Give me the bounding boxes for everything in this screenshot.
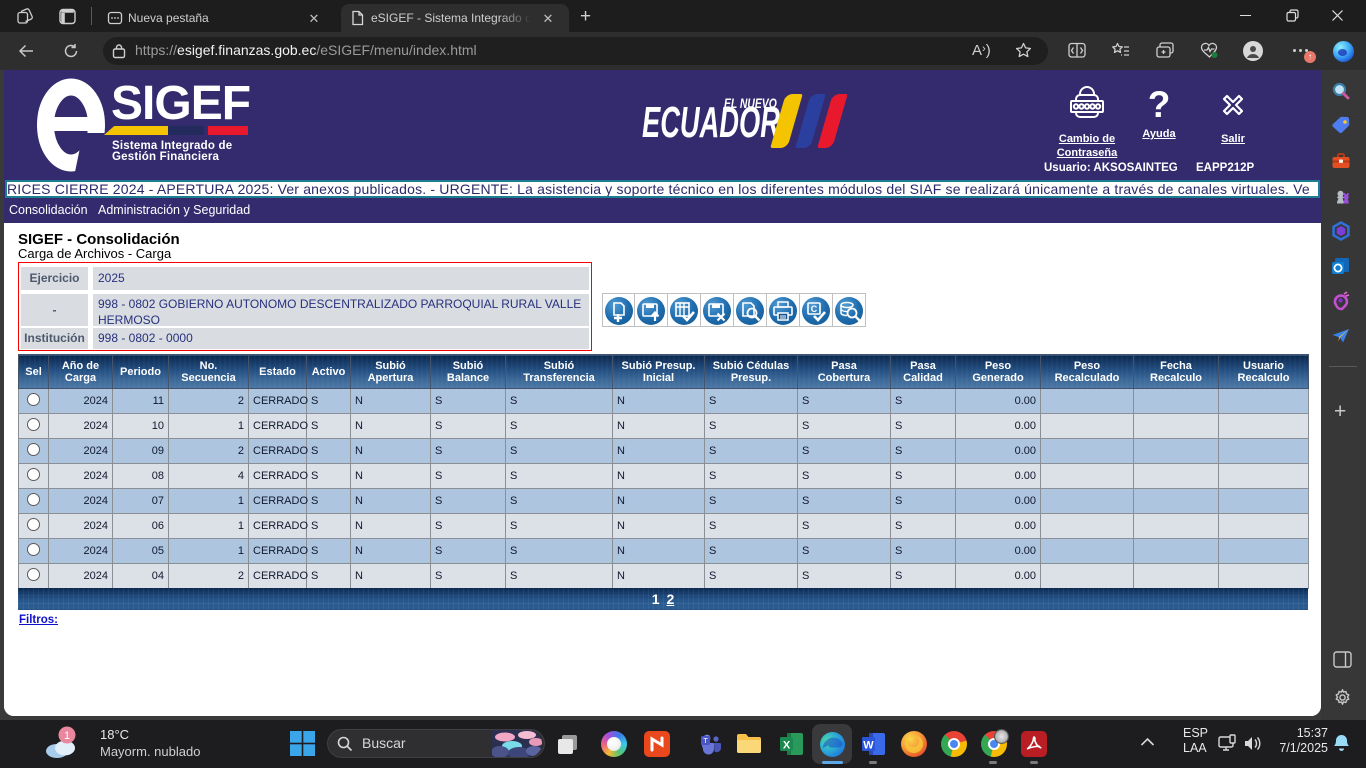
svg-text:W: W [863,740,874,752]
svg-text:1: 1 [64,730,70,742]
svg-text:C: C [811,304,818,314]
svg-text:T: T [703,736,708,745]
svg-text:X: X [783,740,791,752]
